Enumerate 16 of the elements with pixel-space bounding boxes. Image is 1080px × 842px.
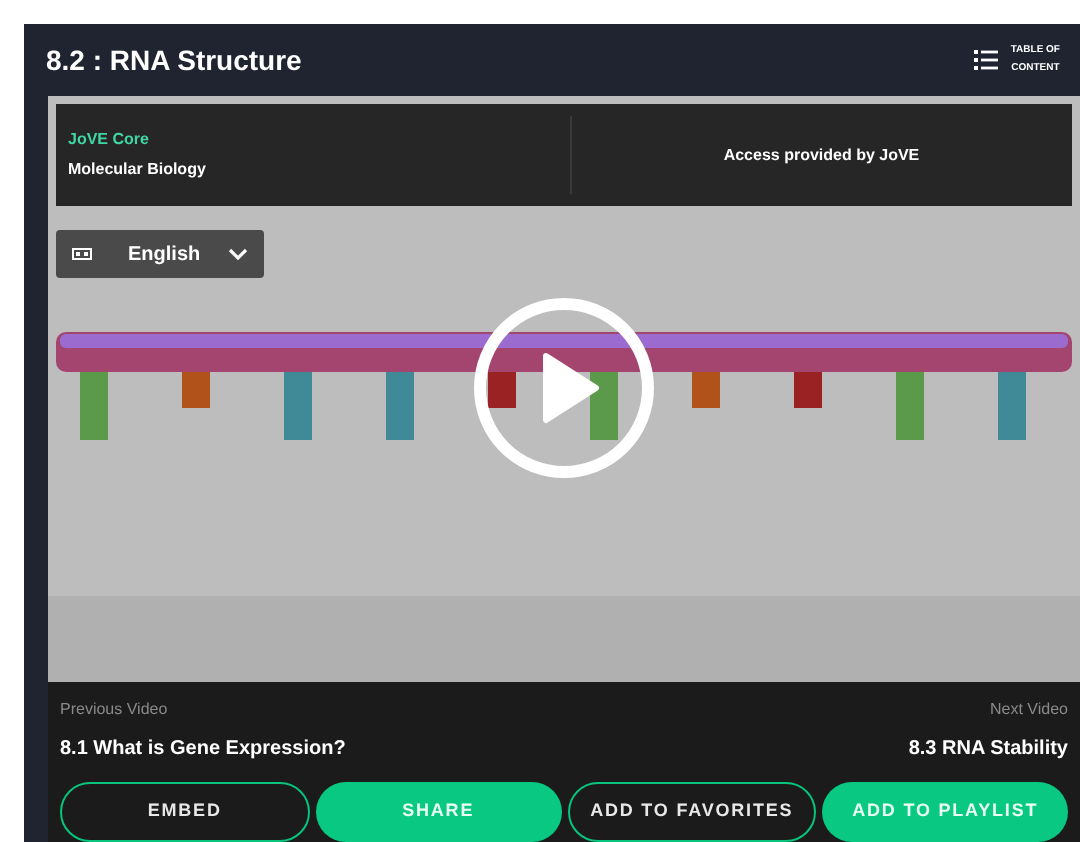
subject-label: Molecular Biology (68, 158, 208, 182)
outline-button[interactable]: ADD TO FAVORITES (567, 782, 817, 842)
access-text: Access provided by JoVE (723, 143, 920, 167)
chevron-down-icon (228, 248, 248, 260)
previous-video-label: Previous Video (60, 698, 170, 722)
video-player[interactable]: JoVE Core Molecular Biology Access provided by JoVE English (48, 96, 1080, 682)
play-icon[interactable] (472, 296, 656, 480)
language-dropdown[interactable]: English (56, 230, 264, 278)
lesson-title: 8.2 : RNA Structure (46, 41, 302, 79)
next-video-link[interactable]: 8.3 RNA Stability (908, 734, 1068, 764)
list-icon (974, 50, 999, 70)
captions-icon (72, 248, 92, 260)
previous-video-link[interactable]: 8.1 What is Gene Expression? (60, 734, 346, 764)
next-video-label: Next Video (990, 698, 1068, 722)
collection-label: JoVE Core (68, 128, 151, 152)
outline-button[interactable]: EMBED (60, 782, 310, 842)
